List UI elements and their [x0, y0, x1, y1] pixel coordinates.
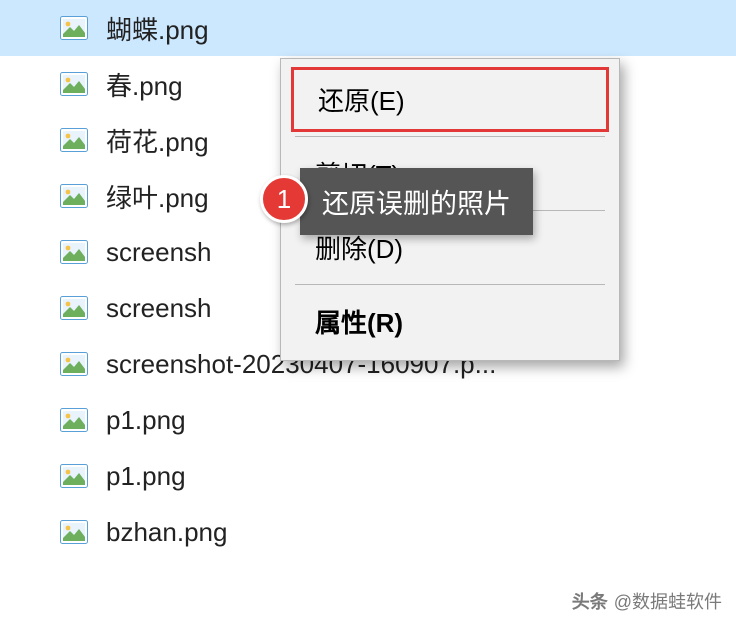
file-item[interactable]: bzhan.png — [0, 504, 736, 560]
file-name: p1.png — [106, 461, 186, 492]
file-name: 春.png — [106, 66, 183, 103]
badge-number: 1 — [277, 184, 291, 215]
tooltip-text: 还原误删的照片 — [322, 182, 511, 221]
image-file-icon — [60, 520, 88, 544]
image-file-icon — [60, 352, 88, 376]
file-name: screensh — [106, 293, 212, 324]
file-item[interactable]: p1.png — [0, 392, 736, 448]
image-file-icon — [60, 72, 88, 96]
watermark: 头条 @数据蛙软件 — [572, 588, 722, 614]
file-item[interactable]: p1.png — [0, 448, 736, 504]
file-name: screensh — [106, 237, 212, 268]
file-item[interactable]: 蝴蝶.png — [0, 0, 736, 56]
image-file-icon — [60, 240, 88, 264]
step-badge: 1 — [260, 175, 308, 223]
menu-separator — [295, 284, 605, 285]
menu-separator — [295, 136, 605, 137]
image-file-icon — [60, 296, 88, 320]
file-name: bzhan.png — [106, 517, 227, 548]
file-name: 蝴蝶.png — [106, 10, 209, 47]
annotation-tooltip: 还原误删的照片 — [300, 168, 533, 235]
file-name: p1.png — [106, 405, 186, 436]
image-file-icon — [60, 184, 88, 208]
image-file-icon — [60, 408, 88, 432]
watermark-author: @数据蛙软件 — [614, 588, 722, 614]
image-file-icon — [60, 16, 88, 40]
file-name: 荷花.png — [106, 122, 209, 159]
image-file-icon — [60, 128, 88, 152]
file-name: 绿叶.png — [106, 178, 209, 215]
menu-restore[interactable]: 还原(E) — [291, 67, 609, 132]
menu-properties[interactable]: 属性(R) — [285, 289, 615, 354]
watermark-prefix: 头条 — [572, 588, 608, 614]
image-file-icon — [60, 464, 88, 488]
